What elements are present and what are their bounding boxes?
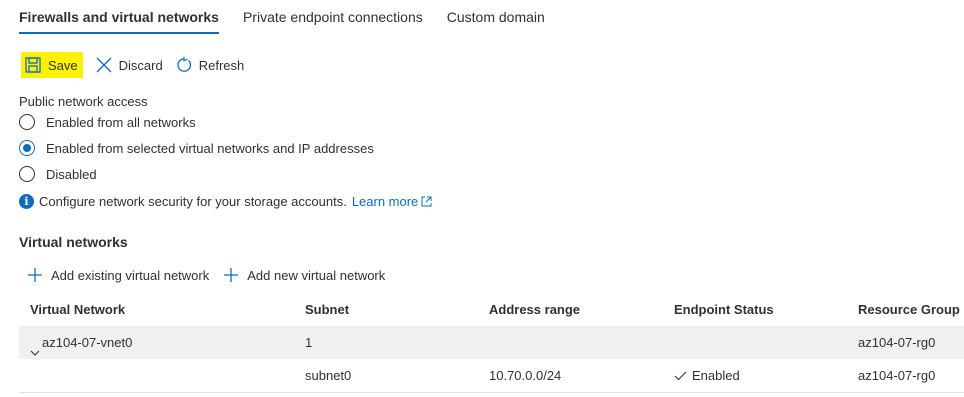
table-group-row[interactable]: az104-07-vnet0 1 az104-07-rg0 (19, 326, 964, 359)
tab-custom-domain[interactable]: Custom domain (447, 0, 545, 34)
vnet-group-cell[interactable]: az104-07-vnet0 (30, 326, 132, 359)
radio-disabled[interactable]: Disabled (19, 164, 97, 184)
table-row[interactable]: subnet0 10.70.0.0/24 Enabled az104-07-rg… (19, 359, 964, 393)
radio-enabled-all-networks[interactable]: Enabled from all networks (19, 112, 196, 132)
virtual-networks-table: Virtual Network Subnet Address range End… (19, 293, 964, 393)
column-header-virtual-network: Virtual Network (30, 302, 126, 317)
add-existing-virtual-network-button[interactable]: Add existing virtual network (27, 267, 209, 283)
public-network-access-label: Public network access (19, 94, 148, 109)
plus-icon (27, 267, 43, 283)
external-link-icon (421, 196, 432, 207)
radio-button[interactable] (19, 166, 35, 182)
radio-button-selected[interactable] (19, 140, 35, 156)
info-text: Configure network security for your stor… (39, 193, 347, 209)
virtual-network-actions: Add existing virtual network Add new vir… (27, 265, 399, 285)
add-existing-label: Add existing virtual network (51, 267, 210, 283)
radio-label: Enabled from selected virtual networks a… (46, 140, 374, 156)
column-header-endpoint-status: Endpoint Status (674, 302, 774, 317)
info-icon: i (19, 193, 34, 209)
tab-private-endpoint-connections[interactable]: Private endpoint connections (243, 0, 423, 34)
radio-label: Enabled from all networks (46, 114, 196, 130)
save-icon (24, 56, 42, 74)
info-message: i Configure network security for your st… (19, 192, 432, 210)
add-new-label: Add new virtual network (247, 267, 386, 283)
column-header-address-range: Address range (489, 302, 581, 317)
address-range: 10.70.0.0/24 (489, 368, 562, 383)
row-resource-group: az104-07-rg0 (858, 368, 936, 383)
learn-more-label: Learn more (351, 193, 419, 209)
chevron-down-icon[interactable] (30, 337, 40, 356)
column-header-subnet: Subnet (305, 302, 350, 317)
save-label: Save (48, 57, 78, 73)
save-button[interactable]: Save (21, 52, 83, 78)
radio-button[interactable] (19, 114, 35, 130)
group-resource-group: az104-07-rg0 (858, 335, 936, 350)
tab-bar: Firewalls and virtual networks Private e… (19, 0, 569, 34)
refresh-label: Refresh (198, 57, 245, 73)
close-icon (95, 56, 113, 74)
vnet-name: az104-07-vnet0 (42, 335, 133, 350)
checkmark-icon (674, 371, 687, 381)
command-bar: Save Discard Refresh (21, 52, 256, 78)
plus-icon (223, 267, 239, 283)
refresh-icon (175, 56, 193, 74)
endpoint-status-text: Enabled (692, 368, 740, 383)
table-header-row: Virtual Network Subnet Address range End… (19, 293, 964, 326)
radio-enabled-selected-networks[interactable]: Enabled from selected virtual networks a… (19, 138, 374, 158)
tab-firewalls-and-virtual-networks[interactable]: Firewalls and virtual networks (19, 0, 219, 34)
radio-label: Disabled (46, 166, 97, 182)
virtual-networks-heading: Virtual networks (19, 234, 128, 250)
learn-more-link[interactable]: Learn more (352, 194, 432, 209)
discard-label: Discard (118, 57, 163, 73)
column-header-resource-group: Resource Group (858, 302, 960, 317)
subnet-name: subnet0 (305, 368, 352, 383)
add-new-virtual-network-button[interactable]: Add new virtual network (223, 267, 385, 283)
refresh-button[interactable]: Refresh (175, 52, 245, 78)
endpoint-status: Enabled (674, 359, 740, 392)
subnet-count: 1 (305, 335, 313, 350)
discard-button[interactable]: Discard (95, 52, 163, 78)
